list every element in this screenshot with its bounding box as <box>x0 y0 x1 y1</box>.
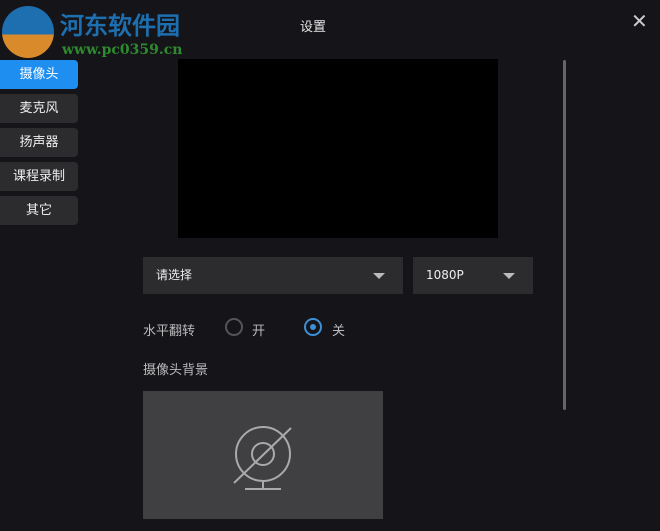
camera-select[interactable]: 请选择 <box>143 257 403 294</box>
close-icon[interactable]: ✕ <box>631 9 648 33</box>
mirror-off-label: 关 <box>332 324 346 339</box>
camera-background-picker[interactable] <box>143 391 383 519</box>
sidebar-nav: 摄像头 麦克风 扬声器 课程录制 其它 <box>0 60 78 230</box>
chevron-down-icon <box>373 273 385 279</box>
camera-select-value: 请选择 <box>156 268 193 282</box>
mirror-on-label: 开 <box>252 324 266 339</box>
scrollbar[interactable] <box>563 60 566 410</box>
mirror-on-radio[interactable] <box>225 318 243 336</box>
mirror-label: 水平翻转 <box>143 324 196 339</box>
no-camera-icon <box>233 426 292 490</box>
camera-preview <box>178 59 498 238</box>
resolution-select[interactable]: 1080P <box>413 257 533 294</box>
mirror-off-radio[interactable] <box>304 318 322 336</box>
resolution-select-value: 1080P <box>426 268 464 282</box>
sidebar-item-recording[interactable]: 课程录制 <box>0 162 78 191</box>
dialog-title: 设置 <box>299 20 326 35</box>
background-label: 摄像头背景 <box>143 363 209 378</box>
sidebar-item-other[interactable]: 其它 <box>0 196 78 225</box>
chevron-down-icon <box>503 273 515 279</box>
sidebar-item-camera[interactable]: 摄像头 <box>0 60 78 89</box>
sidebar-item-microphone[interactable]: 麦克风 <box>0 94 78 123</box>
sidebar-item-speaker[interactable]: 扬声器 <box>0 128 78 157</box>
